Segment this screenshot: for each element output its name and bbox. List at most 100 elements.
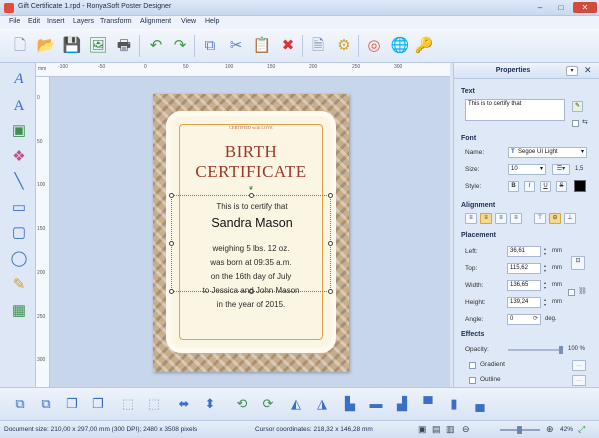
line-spacing-icon[interactable]: ☰▾	[552, 164, 570, 175]
menu-help[interactable]: Help	[205, 18, 219, 25]
delete-icon[interactable]: ✖	[278, 36, 298, 56]
valign-bottom-icon[interactable]: ⊥	[564, 213, 576, 224]
export-image-icon[interactable]: 🖼	[88, 36, 108, 56]
ungroup-icon[interactable]: ⬚	[144, 394, 164, 414]
art-text-tool-icon[interactable]: A	[8, 95, 30, 117]
flip-horizontal-icon[interactable]: ◭	[286, 394, 306, 414]
send-to-back-icon[interactable]: ⧉	[36, 394, 56, 414]
center-on-page-icon[interactable]: ⊡	[571, 256, 585, 270]
new-document-icon[interactable]: 🗋	[10, 36, 30, 56]
edit-text-icon[interactable]: ✎	[572, 101, 583, 112]
flip-vertical-icon[interactable]: ◮	[312, 394, 332, 414]
angle-input[interactable]: 0 ⟳	[507, 314, 541, 325]
rotate-right-icon[interactable]: ⟳	[258, 394, 278, 414]
left-input[interactable]: 36,61	[507, 246, 541, 257]
text-tool-icon[interactable]: A	[8, 68, 30, 90]
certificate-body-line[interactable]: weighing 5 lbs. 12 oz.	[171, 244, 331, 253]
text-input[interactable]: This is to certify that	[465, 99, 565, 121]
fit-height-icon[interactable]: ⬍	[200, 394, 220, 414]
text-checkbox[interactable]	[572, 120, 579, 127]
zoom-fit-icon[interactable]: ⤢	[578, 424, 585, 435]
register-key-icon[interactable]: 🔑	[414, 36, 434, 56]
align-right-edges-icon[interactable]: ▟	[392, 394, 412, 414]
ellipse-tool-icon[interactable]: ◯	[8, 248, 30, 270]
zoom-slider-thumb[interactable]	[517, 426, 522, 434]
width-input[interactable]: 136,65	[507, 280, 541, 291]
page-setup-icon[interactable]: 🗎	[308, 36, 328, 56]
align-left-edges-icon[interactable]: ▙	[340, 394, 360, 414]
outline-options-button[interactable]: …	[572, 375, 586, 386]
gradient-options-button[interactable]: …	[572, 360, 586, 371]
paste-icon[interactable]: 📋	[252, 36, 272, 56]
height-stepper[interactable]: ▴ ▾	[542, 297, 548, 308]
gradient-checkbox[interactable]	[469, 362, 476, 369]
resize-handle[interactable]	[249, 193, 254, 198]
strikethrough-button[interactable]: S	[556, 181, 567, 192]
save-icon[interactable]: 💾	[62, 36, 82, 56]
settings-gear-icon[interactable]: ⚙	[334, 36, 354, 56]
align-top-edges-icon[interactable]: ▀	[418, 394, 438, 414]
line-tool-icon[interactable]: ╲	[8, 171, 30, 193]
align-bottom-edges-icon[interactable]: ▄	[470, 394, 490, 414]
panel-close-icon[interactable]: ✕	[584, 65, 592, 76]
opacity-slider[interactable]	[508, 349, 562, 351]
maximize-button[interactable]: □	[551, 2, 571, 13]
align-vertical-centers-icon[interactable]: ▮	[444, 394, 464, 414]
certificate-tagline[interactable]: CERTIFIED with LOVE	[171, 125, 331, 130]
image-tool-icon[interactable]: ▣	[8, 120, 30, 142]
certificate-body-line[interactable]: to Jessica and John Mason	[171, 286, 331, 295]
zoom-in-icon[interactable]: ⊕	[546, 424, 554, 435]
bring-to-front-icon[interactable]: ⧉	[10, 394, 30, 414]
close-button[interactable]: ✕	[573, 2, 597, 13]
menu-edit[interactable]: Edit	[28, 18, 40, 25]
certificate-body-line[interactable]: on the 16th day of July	[171, 272, 331, 281]
valign-middle-icon[interactable]: ⊝	[549, 213, 561, 224]
menu-view[interactable]: View	[181, 18, 196, 25]
print-icon[interactable]: 🖶	[114, 36, 134, 56]
pencil-tool-icon[interactable]: ✎	[8, 274, 30, 296]
undo-icon[interactable]: ↶	[146, 36, 166, 56]
send-backward-icon[interactable]: ❐	[88, 394, 108, 414]
text-color-swatch[interactable]	[574, 180, 586, 192]
panel-dropdown-button[interactable]: ▾	[566, 66, 578, 76]
height-input[interactable]: 139,24	[507, 297, 541, 308]
align-center-icon[interactable]: ≡	[480, 213, 492, 224]
view-actual-icon[interactable]: ▥	[446, 424, 455, 435]
help-lifebuoy-icon[interactable]: ◎	[364, 36, 384, 56]
align-justify-icon[interactable]: ≡	[510, 213, 522, 224]
rectangle-tool-icon[interactable]: ▭	[8, 197, 30, 219]
certificate-body-line[interactable]: was born at 09:35 a.m.	[171, 258, 331, 267]
menu-insert[interactable]: Insert	[47, 18, 65, 25]
width-stepper[interactable]: ▴ ▾	[542, 280, 548, 291]
view-normal-icon[interactable]: ▣	[418, 424, 427, 435]
web-globe-icon[interactable]: 🌐	[390, 36, 410, 56]
bold-button[interactable]: B	[508, 181, 519, 192]
resize-handle[interactable]	[169, 193, 174, 198]
menu-transform[interactable]: Transform	[100, 18, 132, 25]
rounded-rectangle-tool-icon[interactable]: ▢	[8, 222, 30, 244]
redo-icon[interactable]: ↷	[170, 36, 190, 56]
fit-width-icon[interactable]: ⬌	[174, 394, 194, 414]
underline-button[interactable]: U	[540, 181, 551, 192]
menu-file[interactable]: File	[9, 18, 20, 25]
view-fit-icon[interactable]: ▤	[432, 424, 441, 435]
certificate-heading[interactable]: BIRTH CERTIFICATE	[171, 142, 331, 182]
font-size-select[interactable]: 10 ▾	[508, 164, 546, 175]
certificate-page[interactable]: CERTIFIED with LOVE BIRTH CERTIFICATE ❦ …	[153, 94, 349, 372]
rotate-left-icon[interactable]: ⟲	[232, 394, 252, 414]
italic-button[interactable]: I	[524, 181, 535, 192]
resize-handle[interactable]	[328, 193, 333, 198]
align-left-icon[interactable]: ≡	[465, 213, 477, 224]
copy-icon[interactable]: ⧉	[200, 36, 220, 56]
zoom-out-icon[interactable]: ⊖	[462, 424, 470, 435]
outline-checkbox[interactable]	[469, 377, 476, 384]
align-right-icon[interactable]: ≡	[495, 213, 507, 224]
certificate-body-line[interactable]: in the year of 2015.	[171, 300, 331, 309]
top-input[interactable]: 115,62	[507, 263, 541, 274]
bring-forward-icon[interactable]: ❐	[62, 394, 82, 414]
menu-alignment[interactable]: Alignment	[140, 18, 171, 25]
menu-layers[interactable]: Layers	[73, 18, 94, 25]
align-horizontal-centers-icon[interactable]: ▬	[366, 394, 386, 414]
group-icon[interactable]: ⬚	[118, 394, 138, 414]
font-name-select[interactable]: T Segoe UI Light ▾	[508, 147, 587, 158]
